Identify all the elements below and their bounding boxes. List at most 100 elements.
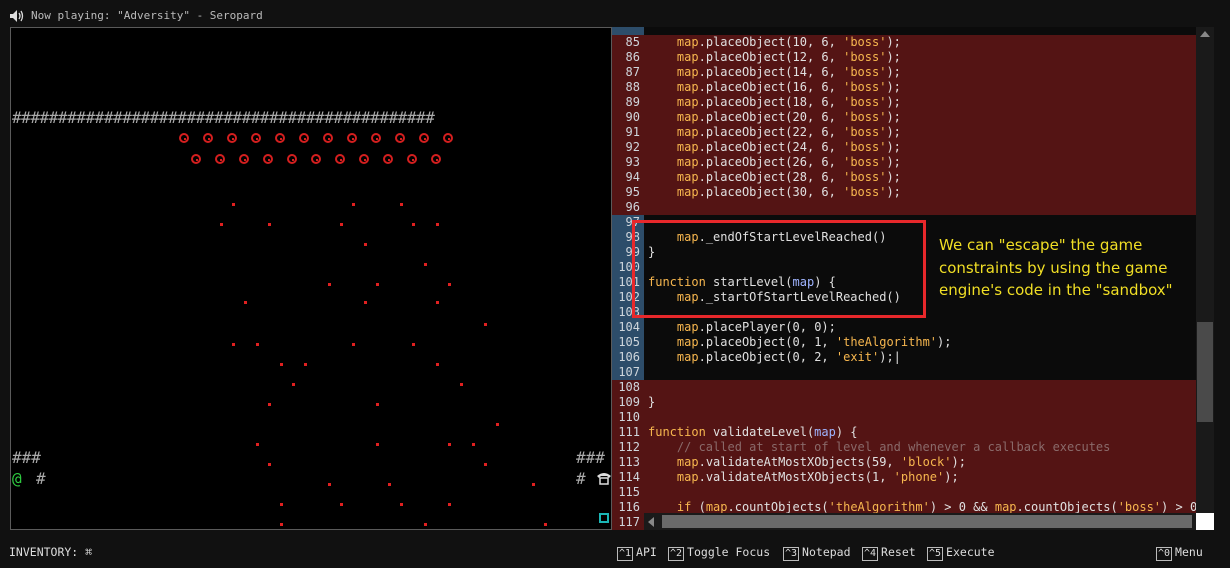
code-line[interactable]: 112 // called at start of level and when… [612, 440, 1196, 455]
code-text[interactable]: function validateLevel(map) { [648, 425, 858, 440]
horizontal-scrollbar[interactable] [644, 513, 1196, 530]
line-number: 117 [618, 515, 640, 529]
code-text[interactable]: map.placeObject(0, 1, 'theAlgorithm'); [648, 335, 952, 350]
code-line[interactable]: 96 [612, 200, 1196, 215]
code-text[interactable]: map.placeObject(24, 6, 'boss'); [648, 140, 901, 155]
notepad-command[interactable]: ^3 Notepad [783, 545, 851, 561]
api-command[interactable]: ^1 API [617, 545, 657, 561]
boss-enemy [203, 133, 213, 143]
scroll-left-icon[interactable] [648, 517, 654, 527]
reset-command[interactable]: ^4 Reset [862, 545, 916, 561]
code-line[interactable]: 91 map.placeObject(22, 6, 'boss'); [612, 125, 1196, 140]
now-playing-text: Now playing: "Adversity" - Seropard [31, 9, 263, 22]
game-map[interactable]: ########################################… [10, 27, 612, 530]
boss-enemy [287, 154, 297, 164]
block [364, 301, 367, 304]
code-line[interactable]: 92 map.placeObject(24, 6, 'boss'); [612, 140, 1196, 155]
code-text[interactable]: map.validateAtMostXObjects(59, 'block'); [648, 455, 966, 470]
line-number: 105 [618, 335, 640, 349]
speaker-icon[interactable] [9, 9, 25, 23]
menu-command[interactable]: ^0 Menu [1156, 545, 1203, 561]
block [268, 223, 271, 226]
code-line[interactable]: 87 map.placeObject(14, 6, 'boss'); [612, 65, 1196, 80]
block [376, 283, 379, 286]
code-text[interactable]: map.placeObject(10, 6, 'boss'); [648, 35, 901, 50]
code-line[interactable]: 114 map.validateAtMostXObjects(1, 'phone… [612, 470, 1196, 485]
toggle-focus-command[interactable]: ^2 Toggle Focus [668, 545, 770, 561]
boss-enemy [275, 133, 285, 143]
code-line[interactable]: 110 [612, 410, 1196, 425]
boss-enemy [215, 154, 225, 164]
code-line[interactable]: 108 [612, 380, 1196, 395]
code-line[interactable]: 88 map.placeObject(16, 6, 'boss'); [612, 80, 1196, 95]
code-text[interactable]: map.placeObject(30, 6, 'boss'); [648, 185, 901, 200]
boss-enemy [383, 154, 393, 164]
code-line[interactable]: 89 map.placeObject(18, 6, 'boss'); [612, 95, 1196, 110]
code-text[interactable]: map.placeObject(0, 2, 'exit');| [648, 350, 901, 365]
code-line[interactable]: 105 map.placeObject(0, 1, 'theAlgorithm'… [612, 335, 1196, 350]
code-text[interactable]: map.placeObject(14, 6, 'boss'); [648, 65, 901, 80]
code-text[interactable]: map.placeObject(28, 6, 'boss'); [648, 170, 901, 185]
code-line[interactable]: 115 [612, 485, 1196, 500]
code-line[interactable]: 95 map.placeObject(30, 6, 'boss'); [612, 185, 1196, 200]
code-text[interactable]: // called at start of level and whenever… [648, 440, 1110, 455]
execute-command[interactable]: ^5 Execute [927, 545, 995, 561]
phone-icon [597, 473, 611, 485]
code-line[interactable]: 85 map.placeObject(10, 6, 'boss'); [612, 35, 1196, 50]
line-number: 86 [625, 50, 640, 64]
boss-enemy [407, 154, 417, 164]
boss-enemy [323, 133, 333, 143]
code-text[interactable]: map.placeObject(20, 6, 'boss'); [648, 110, 901, 125]
block [376, 403, 379, 406]
scroll-up-icon[interactable] [1200, 31, 1210, 37]
boss-enemy [299, 133, 309, 143]
code-line[interactable]: 86 map.placeObject(12, 6, 'boss'); [612, 50, 1196, 65]
code-text[interactable]: } [648, 395, 655, 410]
code-text[interactable]: map.placeObject(18, 6, 'boss'); [648, 95, 901, 110]
code-line[interactable]: 94 map.placeObject(28, 6, 'boss'); [612, 170, 1196, 185]
bottom-bar: INVENTORY: ⌘ ^1 API ^2 Toggle Focus ^3 Note… [0, 540, 1230, 568]
code-text[interactable]: map.placePlayer(0, 0); [648, 320, 836, 335]
annotation-text: We can "escape" the game constraints by … [939, 236, 1173, 299]
code-line[interactable]: 106 map.placeObject(0, 2, 'exit');| [612, 350, 1196, 365]
block [328, 483, 331, 486]
code-text[interactable]: map.validateAtMostXObjects(1, 'phone'); [648, 470, 959, 485]
boss-enemy [227, 133, 237, 143]
code-line[interactable]: 107 [612, 365, 1196, 380]
code-text[interactable]: map.placeObject(22, 6, 'boss'); [648, 125, 901, 140]
block [496, 423, 499, 426]
block [448, 443, 451, 446]
line-number: 96 [625, 200, 640, 214]
code-line[interactable]: 109} [612, 395, 1196, 410]
code-line[interactable]: 90 map.placeObject(20, 6, 'boss'); [612, 110, 1196, 125]
block [304, 363, 307, 366]
block [280, 363, 283, 366]
vertical-scrollbar[interactable] [1196, 27, 1214, 517]
code-text[interactable]: map.placeObject(16, 6, 'boss'); [648, 80, 901, 95]
boss-enemy [191, 154, 201, 164]
block [280, 523, 283, 526]
code-line[interactable]: 113 map.validateAtMostXObjects(59, 'bloc… [612, 455, 1196, 470]
line-number: 115 [618, 485, 640, 499]
block [340, 223, 343, 226]
block [256, 343, 259, 346]
boss-enemy [443, 133, 453, 143]
code-line[interactable]: 111 function validateLevel(map) { [612, 425, 1196, 440]
block [460, 383, 463, 386]
code-line[interactable]: 93 map.placeObject(26, 6, 'boss'); [612, 155, 1196, 170]
code-text[interactable]: map.placeObject(12, 6, 'boss'); [648, 50, 901, 65]
block [244, 301, 247, 304]
boss-enemy [311, 154, 321, 164]
code-text[interactable]: map.placeObject(26, 6, 'boss'); [648, 155, 901, 170]
scrollbar-thumb[interactable] [1197, 322, 1213, 422]
block [280, 503, 283, 506]
block [424, 523, 427, 526]
block [400, 503, 403, 506]
hscrollbar-thumb[interactable] [662, 515, 1192, 528]
code-line[interactable]: 104 map.placePlayer(0, 0); [612, 320, 1196, 335]
line-number: 109 [618, 395, 640, 409]
scrollbar-corner [1196, 513, 1214, 530]
block [328, 283, 331, 286]
line-number: 113 [618, 455, 640, 469]
block [448, 503, 451, 506]
